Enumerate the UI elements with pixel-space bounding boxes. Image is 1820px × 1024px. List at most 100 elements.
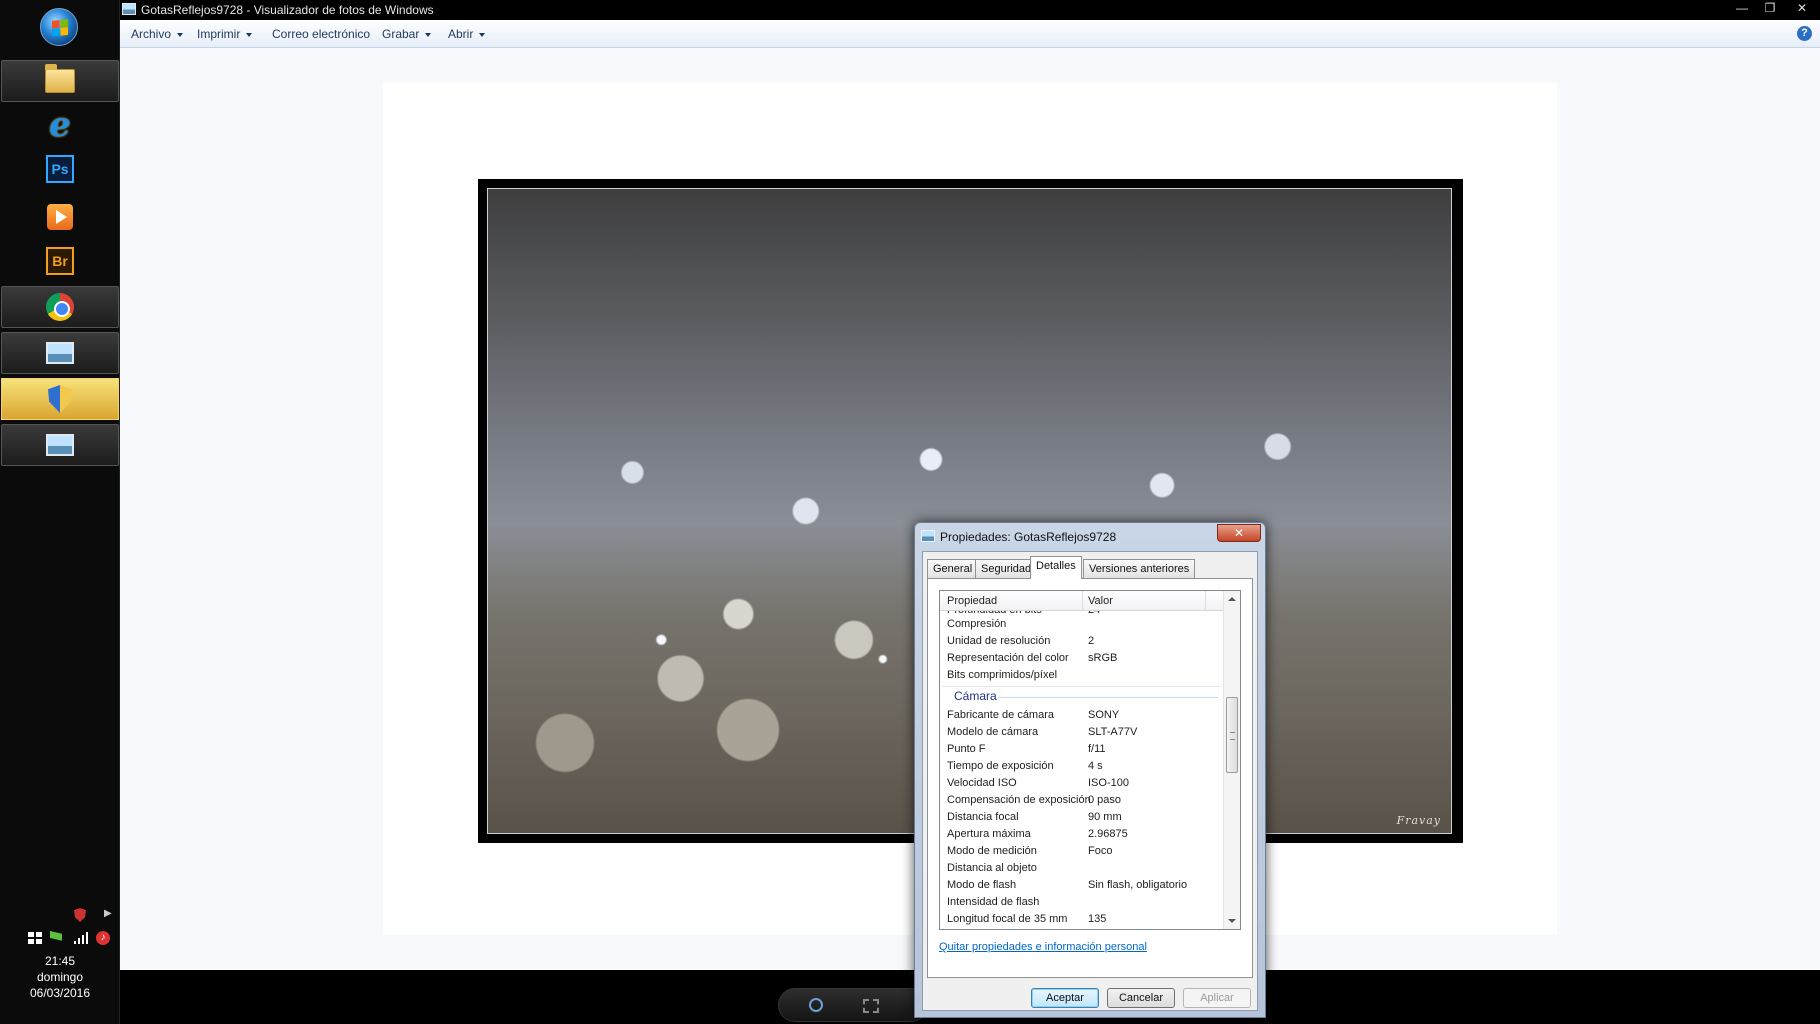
playback-controls xyxy=(778,988,928,1022)
tab-general[interactable]: General xyxy=(927,559,979,578)
property-rows: Profundidad en bits 24 Compresión Unidad… xyxy=(940,611,1224,929)
table-row[interactable]: Apertura máxima 2.96875 xyxy=(940,826,1224,843)
scroll-down-icon[interactable] xyxy=(1228,919,1236,923)
clock-time[interactable]: 21:45 xyxy=(0,954,120,968)
taskbar-item-bridge[interactable]: Br xyxy=(1,240,119,282)
dialog-title: Propiedades: GotasReflejos9728 xyxy=(940,530,1117,544)
security-tray-icon[interactable] xyxy=(74,908,86,922)
table-row[interactable]: Representación del color sRGB xyxy=(940,650,1224,667)
minimize-button[interactable]: — xyxy=(1728,0,1756,18)
windows-tray-icon[interactable] xyxy=(28,932,42,944)
tab-detalles[interactable]: Detalles xyxy=(1030,556,1082,579)
chevron-down-icon xyxy=(425,32,432,37)
menu-archivo[interactable]: Archivo xyxy=(131,27,184,41)
start-button[interactable] xyxy=(40,8,78,46)
table-row[interactable]: Distancia focal 90 mm xyxy=(940,809,1224,826)
property-value: 2 xyxy=(1088,635,1095,647)
photo-viewer-icon xyxy=(46,342,74,364)
property-name: Velocidad ISO xyxy=(947,777,1017,789)
property-list-scrollbar[interactable] xyxy=(1223,591,1240,929)
cancel-button[interactable]: Cancelar xyxy=(1107,988,1175,1008)
property-value: SLT-A77V xyxy=(1088,726,1138,738)
property-value: 2.96875 xyxy=(1088,828,1128,840)
property-name: Intensidad de flash xyxy=(947,896,1040,908)
table-row[interactable]: Intensidad de flash xyxy=(940,894,1224,911)
property-name: Distancia focal xyxy=(947,811,1019,823)
property-name: Apertura máxima xyxy=(947,828,1031,840)
table-row[interactable]: Velocidad ISO ISO-100 xyxy=(940,775,1224,792)
ie-icon: e xyxy=(49,105,71,145)
help-icon[interactable]: ? xyxy=(1797,26,1812,41)
show-hidden-icons-icon[interactable]: ▶ xyxy=(104,908,112,919)
menu-bar: Archivo Imprimir Correo electrónico Grab… xyxy=(120,20,1820,48)
remove-properties-link[interactable]: Quitar propiedades e información persona… xyxy=(939,941,1147,953)
menu-grabar-label: Grabar xyxy=(382,27,420,41)
close-button[interactable]: ✕ xyxy=(1788,0,1816,18)
taskbar-item-photo-viewer[interactable] xyxy=(1,332,119,374)
clock-day[interactable]: domingo xyxy=(0,970,120,984)
menu-correo[interactable]: Correo electrónico xyxy=(272,27,370,41)
volume-muted-icon[interactable]: ♪ xyxy=(96,931,110,945)
property-name: Modo de medición xyxy=(947,845,1037,857)
ok-button[interactable]: Aceptar xyxy=(1031,988,1099,1008)
table-row[interactable]: Fabricante de cámara SONY xyxy=(940,707,1224,724)
table-row[interactable]: Modo de flash Sin flash, obligatorio xyxy=(940,877,1224,894)
table-row[interactable]: Unidad de resolución 2 xyxy=(940,633,1224,650)
actual-size-icon[interactable] xyxy=(863,999,879,1013)
property-value: 4 s xyxy=(1088,760,1103,772)
table-row[interactable]: Modelo de cámara SLT-A77V xyxy=(940,724,1224,741)
taskbar-item-photoshop[interactable]: Ps xyxy=(1,148,119,190)
property-name: Representación del color xyxy=(947,652,1069,664)
zoom-icon[interactable] xyxy=(809,998,823,1012)
table-row[interactable]: Compresión xyxy=(940,616,1224,633)
table-row[interactable]: Modo de medición Foco xyxy=(940,843,1224,860)
table-row[interactable]: Tiempo de exposición 4 s xyxy=(940,758,1224,775)
table-row[interactable]: Bits comprimidos/píxel xyxy=(940,667,1224,684)
menu-abrir[interactable]: Abrir xyxy=(448,27,486,41)
scrollbar-thumb[interactable] xyxy=(1226,697,1238,773)
system-tray: ▶ ♪ 21:45 domingo 06/03/2016 xyxy=(0,904,120,1024)
restore-button[interactable]: ❐ xyxy=(1756,0,1784,18)
photo-viewer-icon xyxy=(122,3,136,15)
menu-imprimir[interactable]: Imprimir xyxy=(197,27,253,41)
apply-button[interactable]: Aplicar xyxy=(1183,988,1251,1008)
menu-archivo-label: Archivo xyxy=(131,27,172,41)
table-row[interactable]: Longitud focal de 35 mm 135 xyxy=(940,911,1224,928)
column-divider[interactable] xyxy=(1205,591,1206,611)
clock-date[interactable]: 06/03/2016 xyxy=(0,986,120,1000)
tab-versiones-anteriores[interactable]: Versiones anteriores xyxy=(1083,559,1196,578)
column-header-value[interactable]: Valor xyxy=(1088,595,1113,607)
taskbar-item-media-player[interactable] xyxy=(1,196,119,238)
action-center-icon[interactable] xyxy=(50,931,62,941)
dialog-titlebar[interactable]: Propiedades: GotasReflejos9728 ✕ xyxy=(915,523,1265,549)
scroll-up-icon[interactable] xyxy=(1228,597,1236,601)
windows-logo-icon xyxy=(52,19,68,37)
group-separator xyxy=(998,697,1218,698)
dialog-close-button[interactable]: ✕ xyxy=(1217,524,1261,542)
taskbar-item-internet-explorer[interactable]: e xyxy=(1,104,119,146)
property-name: Compensación de exposición xyxy=(947,794,1091,806)
taskbar-item-security[interactable] xyxy=(1,378,119,420)
chevron-down-icon xyxy=(177,32,184,37)
window-titlebar[interactable]: GotasReflejos9728 - Visualizador de foto… xyxy=(120,0,1820,20)
taskbar-item-explorer[interactable] xyxy=(1,60,119,102)
menu-grabar[interactable]: Grabar xyxy=(382,27,432,41)
menu-imprimir-label: Imprimir xyxy=(197,27,241,41)
group-header-camera[interactable]: Cámara xyxy=(940,686,1224,706)
table-row[interactable]: Distancia al objeto xyxy=(940,860,1224,877)
property-name: Modo de flash xyxy=(947,879,1017,891)
table-row[interactable]: Compensación de exposición 0 paso xyxy=(940,792,1224,809)
taskbar-item-chrome[interactable] xyxy=(1,286,119,328)
property-value: sRGB xyxy=(1088,652,1118,664)
column-header-property[interactable]: Propiedad xyxy=(947,595,997,607)
property-value: Sin flash, obligatorio xyxy=(1088,879,1188,891)
chrome-icon xyxy=(46,293,74,321)
table-row[interactable]: Punto F f/11 xyxy=(940,741,1224,758)
network-signal-icon[interactable] xyxy=(74,932,88,944)
property-list[interactable]: Propiedad Valor Profundidad en bits 24 C… xyxy=(939,590,1241,930)
photoshop-icon: Ps xyxy=(46,155,74,183)
picture-icon xyxy=(921,530,935,542)
column-divider[interactable] xyxy=(1082,591,1083,611)
taskbar-item-photo-viewer-2[interactable] xyxy=(1,424,119,466)
tab-seguridad[interactable]: Seguridad xyxy=(975,559,1038,578)
